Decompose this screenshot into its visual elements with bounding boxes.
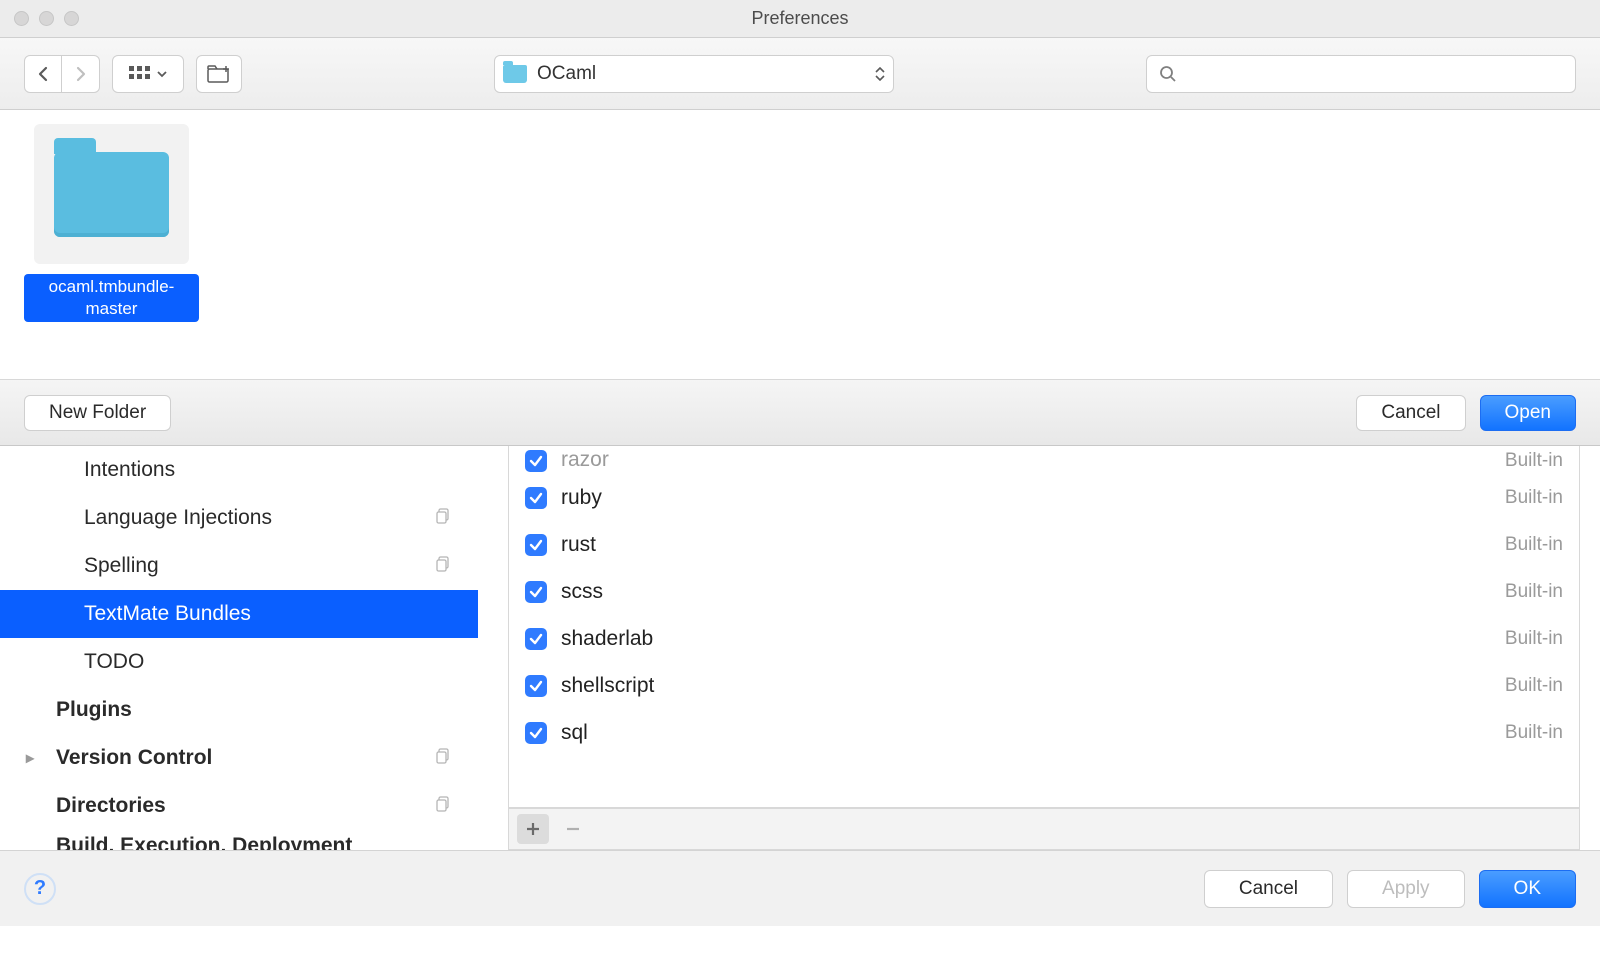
bundle-checkbox[interactable] [525,675,547,697]
bundle-label: rust [561,533,1505,557]
nav-segmented [24,55,100,93]
sidebar-item-label: TODO [84,650,144,674]
bundle-checkbox[interactable] [525,487,547,509]
sidebar-item-label: Plugins [56,698,132,722]
stepper-icon [875,67,885,81]
file-label: ocaml.tmbundle-master [24,274,199,322]
sidebar-item-plugins[interactable]: Plugins [0,686,478,734]
new-folder-icon-button[interactable] [196,55,242,93]
path-dropdown[interactable]: OCaml [494,55,894,93]
folder-icon [54,152,169,237]
sidebar-item-label: Language Injections [84,506,272,530]
copy-icon [436,746,452,770]
sidebar-item-version-control[interactable]: ▸ Version Control [0,734,478,782]
sidebar-item-textmate-bundles[interactable]: TextMate Bundles [0,590,478,638]
bundle-row[interactable]: razorBuilt-in [509,446,1579,474]
remove-bundle-button[interactable] [557,814,589,844]
bundle-label: razor [561,448,1505,472]
search-icon [1159,65,1177,83]
bundle-checkbox[interactable] [525,581,547,603]
bundle-checkbox[interactable] [525,450,547,472]
minus-icon [565,821,581,837]
back-button[interactable] [24,55,62,93]
bundle-label: shellscript [561,674,1505,698]
search-field[interactable] [1146,55,1576,93]
bundle-label: ruby [561,486,1505,510]
copy-icon [436,554,452,578]
question-icon: ? [34,877,46,900]
plus-icon [525,821,541,837]
chevron-left-icon [37,66,49,82]
sidebar-item-directories[interactable]: Directories [0,782,478,830]
close-window-icon[interactable] [14,11,29,26]
chevron-right-icon: ▸ [26,748,34,768]
new-folder-button[interactable]: New Folder [24,395,171,431]
search-input[interactable] [1185,63,1563,84]
sidebar-item-label: Directories [56,794,166,818]
sidebar-item-todo[interactable]: TODO [0,638,478,686]
chevron-right-icon [75,66,87,82]
bundle-label: sql [561,721,1505,745]
bundle-row[interactable]: scssBuilt-in [509,568,1579,615]
bundle-checkbox[interactable] [525,722,547,744]
bundle-row[interactable]: shellscriptBuilt-in [509,662,1579,709]
forward-button[interactable] [62,55,100,93]
dialog-actions: New Folder Cancel Open [0,380,1600,446]
sidebar-item-intentions[interactable]: Intentions [0,446,478,494]
sidebar-item-label: Spelling [84,554,159,578]
folder-plus-icon [207,65,231,83]
prefs-ok-button[interactable]: OK [1479,870,1576,908]
bundle-label: scss [561,580,1505,604]
path-label: OCaml [537,63,875,85]
bundle-status: Built-in [1505,581,1563,603]
sidebar-item-build-execution-deployment[interactable]: Build, Execution, Deployment [0,830,478,850]
chevron-down-icon [157,70,167,78]
zoom-window-icon[interactable] [64,11,79,26]
file-item[interactable]: ocaml.tmbundle-master [24,124,199,322]
file-dialog-toolbar: OCaml [0,38,1600,110]
bundle-row[interactable]: sqlBuilt-in [509,709,1579,756]
add-bundle-button[interactable] [517,814,549,844]
prefs-apply-button: Apply [1347,870,1465,908]
file-browser[interactable]: ocaml.tmbundle-master [0,110,1600,380]
copy-icon [436,794,452,818]
bundle-status: Built-in [1505,628,1563,650]
bundle-row[interactable]: rustBuilt-in [509,521,1579,568]
bundle-status: Built-in [1505,534,1563,556]
bundle-row[interactable]: rubyBuilt-in [509,474,1579,521]
sidebar-item-language-injections[interactable]: Language Injections [0,494,478,542]
sidebar-item-label: Build, Execution, Deployment [56,834,352,850]
bundle-checkbox[interactable] [525,628,547,650]
titlebar: Preferences [0,0,1600,38]
window-title: Preferences [751,8,848,29]
preferences-main: razorBuilt-inrubyBuilt-inrustBuilt-inscs… [478,446,1600,850]
bundle-list-toolbar [508,808,1580,850]
minimize-window-icon[interactable] [39,11,54,26]
sidebar-item-label: Version Control [56,746,212,770]
prefs-cancel-button[interactable]: Cancel [1204,870,1333,908]
bottom-bar: ? Cancel Apply OK [0,850,1600,926]
view-mode-button[interactable] [112,55,184,93]
cancel-button[interactable]: Cancel [1356,395,1465,431]
bundle-status: Built-in [1505,675,1563,697]
bundle-status: Built-in [1505,450,1563,472]
folder-icon [503,65,527,83]
help-button[interactable]: ? [24,873,56,905]
bundle-checkbox[interactable] [525,534,547,556]
file-thumbnail [34,124,189,264]
open-button[interactable]: Open [1480,395,1576,431]
sidebar-item-label: Intentions [84,458,175,482]
bundle-status: Built-in [1505,487,1563,509]
copy-icon [436,506,452,530]
sidebar-item-spelling[interactable]: Spelling [0,542,478,590]
bundle-list[interactable]: razorBuilt-inrubyBuilt-inrustBuilt-inscs… [508,446,1580,808]
icon-view-icon [129,66,151,82]
bundle-row[interactable]: shaderlabBuilt-in [509,615,1579,662]
preferences-content: Intentions Language Injections Spelling Tex… [0,446,1600,850]
preferences-sidebar[interactable]: Intentions Language Injections Spelling Tex… [0,446,478,850]
sidebar-item-label: TextMate Bundles [84,602,251,626]
bundle-status: Built-in [1505,722,1563,744]
bundle-label: shaderlab [561,627,1505,651]
traffic-lights [14,11,79,26]
